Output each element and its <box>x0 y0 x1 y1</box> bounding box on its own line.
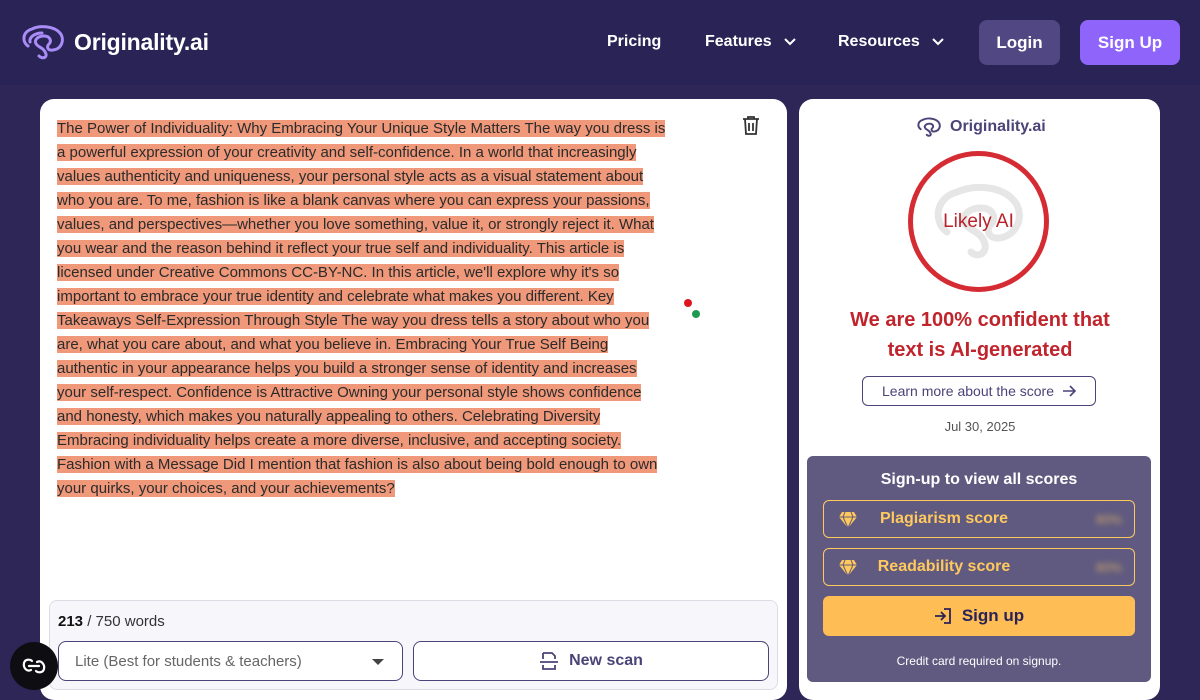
highlighted-text-line: Takeaways Self-Expression Through Style … <box>57 312 650 329</box>
results-brand: Originality.ai <box>916 117 1046 137</box>
link-loop-icon <box>22 658 46 674</box>
highlighted-text-line: licensed under Creative Commons CC-BY-NC… <box>57 264 620 281</box>
highlighted-text-line: The Power of Individuality: Why Embracin… <box>57 120 666 137</box>
nav-pricing-label: Pricing <box>607 33 662 50</box>
word-count-limit: / 750 words <box>87 613 165 630</box>
plagiarism-score-label: Plagiarism score <box>879 510 1009 527</box>
scan-icon <box>540 652 559 670</box>
nav-resources-label: Resources <box>838 33 920 50</box>
status-dot-red <box>684 299 692 307</box>
caret-down-icon <box>372 659 384 665</box>
chevron-down-icon <box>783 38 796 46</box>
brand-logo[interactable]: Originality.ai <box>20 24 209 60</box>
highlighted-text-line: are, what you care about, and what you b… <box>57 336 609 353</box>
status-dot-green <box>692 310 700 318</box>
readability-score-row[interactable]: Readability score 80% <box>823 548 1135 586</box>
highlighted-text-line: Fashion with a Message Did I mention tha… <box>57 456 658 473</box>
signup-title: Sign-up to view all scores <box>880 471 1078 488</box>
highlighted-text-line: important to embrace your true identity … <box>57 288 614 305</box>
brain-logo-icon <box>917 117 941 137</box>
scan-date: Jul 30, 2025 <box>944 419 1016 434</box>
signup-cta-button[interactable]: Sign up <box>823 596 1135 636</box>
highlighted-text-line: your quirks, your choices, and your achi… <box>57 480 395 497</box>
signup-cta-label: Sign up <box>961 606 1025 625</box>
highlighted-text-line: Embracing individuality helps create a m… <box>57 432 622 449</box>
word-count-value: 213 <box>58 613 84 630</box>
word-count: 213 / 750 words <box>58 613 165 630</box>
login-button[interactable]: Login <box>979 20 1060 65</box>
credit-card-note: Credit card required on signup. <box>896 654 1062 668</box>
highlighted-text-line: you wear and the reason behind it reflec… <box>57 240 625 257</box>
confidence-line-1: We are 100% confident that <box>850 309 1110 331</box>
highlighted-text-line: your self-respect. Confidence is Attract… <box>57 384 642 401</box>
nav-features[interactable]: Features <box>705 33 796 51</box>
learn-more-label: Learn more about the score <box>882 383 1054 399</box>
confidence-statement: We are 100% confident that text is AI-ge… <box>820 305 1140 365</box>
hidden-score-value: 80% <box>1095 512 1122 527</box>
nav-pricing[interactable]: Pricing <box>607 33 661 51</box>
highlighted-text-line: authentic in your appearance helps you b… <box>57 360 637 377</box>
trash-icon[interactable] <box>742 115 760 135</box>
readability-score-label: Readability score <box>877 558 1011 575</box>
learn-more-button[interactable]: Learn more about the score <box>862 376 1096 406</box>
scanned-text[interactable]: The Power of Individuality: Why Embracin… <box>57 117 707 501</box>
highlighted-text-line: values authenticity and uniqueness, your… <box>57 168 644 185</box>
highlighted-text-line: a powerful expression of your creativity… <box>57 144 637 161</box>
model-select-value: Lite (Best for students & teachers) <box>75 652 302 670</box>
highlighted-text-line: who you are. To me, fashion is like a bl… <box>57 192 650 209</box>
results-brand-name: Originality.ai <box>950 118 1046 135</box>
plagiarism-score-row[interactable]: Plagiarism score 80% <box>823 500 1135 538</box>
confidence-line-2: text is AI-generated <box>887 339 1073 361</box>
ai-score-ring: Likely AI <box>908 151 1049 292</box>
brand-name: Originality.ai <box>74 28 209 55</box>
new-scan-button[interactable]: New scan <box>413 641 769 681</box>
nav-features-label: Features <box>705 33 772 50</box>
top-header: Originality.ai Pricing Features Resource… <box>0 0 1200 85</box>
signup-button[interactable]: Sign Up <box>1080 20 1180 65</box>
hidden-score-value: 80% <box>1095 560 1122 575</box>
accessibility-widget-button[interactable] <box>10 642 58 690</box>
model-select[interactable]: Lite (Best for students & teachers) <box>58 641 403 681</box>
score-label: Likely AI <box>943 210 1014 232</box>
login-arrow-icon <box>934 608 951 624</box>
brain-logo-icon <box>22 25 64 60</box>
highlighted-text-line: values, and perspectives—whether you lov… <box>57 216 654 233</box>
new-scan-label: New scan <box>569 652 643 669</box>
arrow-right-icon <box>1063 385 1076 397</box>
highlighted-text-line: and honesty, which makes you naturally a… <box>57 408 601 425</box>
nav-resources[interactable]: Resources <box>838 33 944 51</box>
chevron-down-icon <box>932 38 944 46</box>
